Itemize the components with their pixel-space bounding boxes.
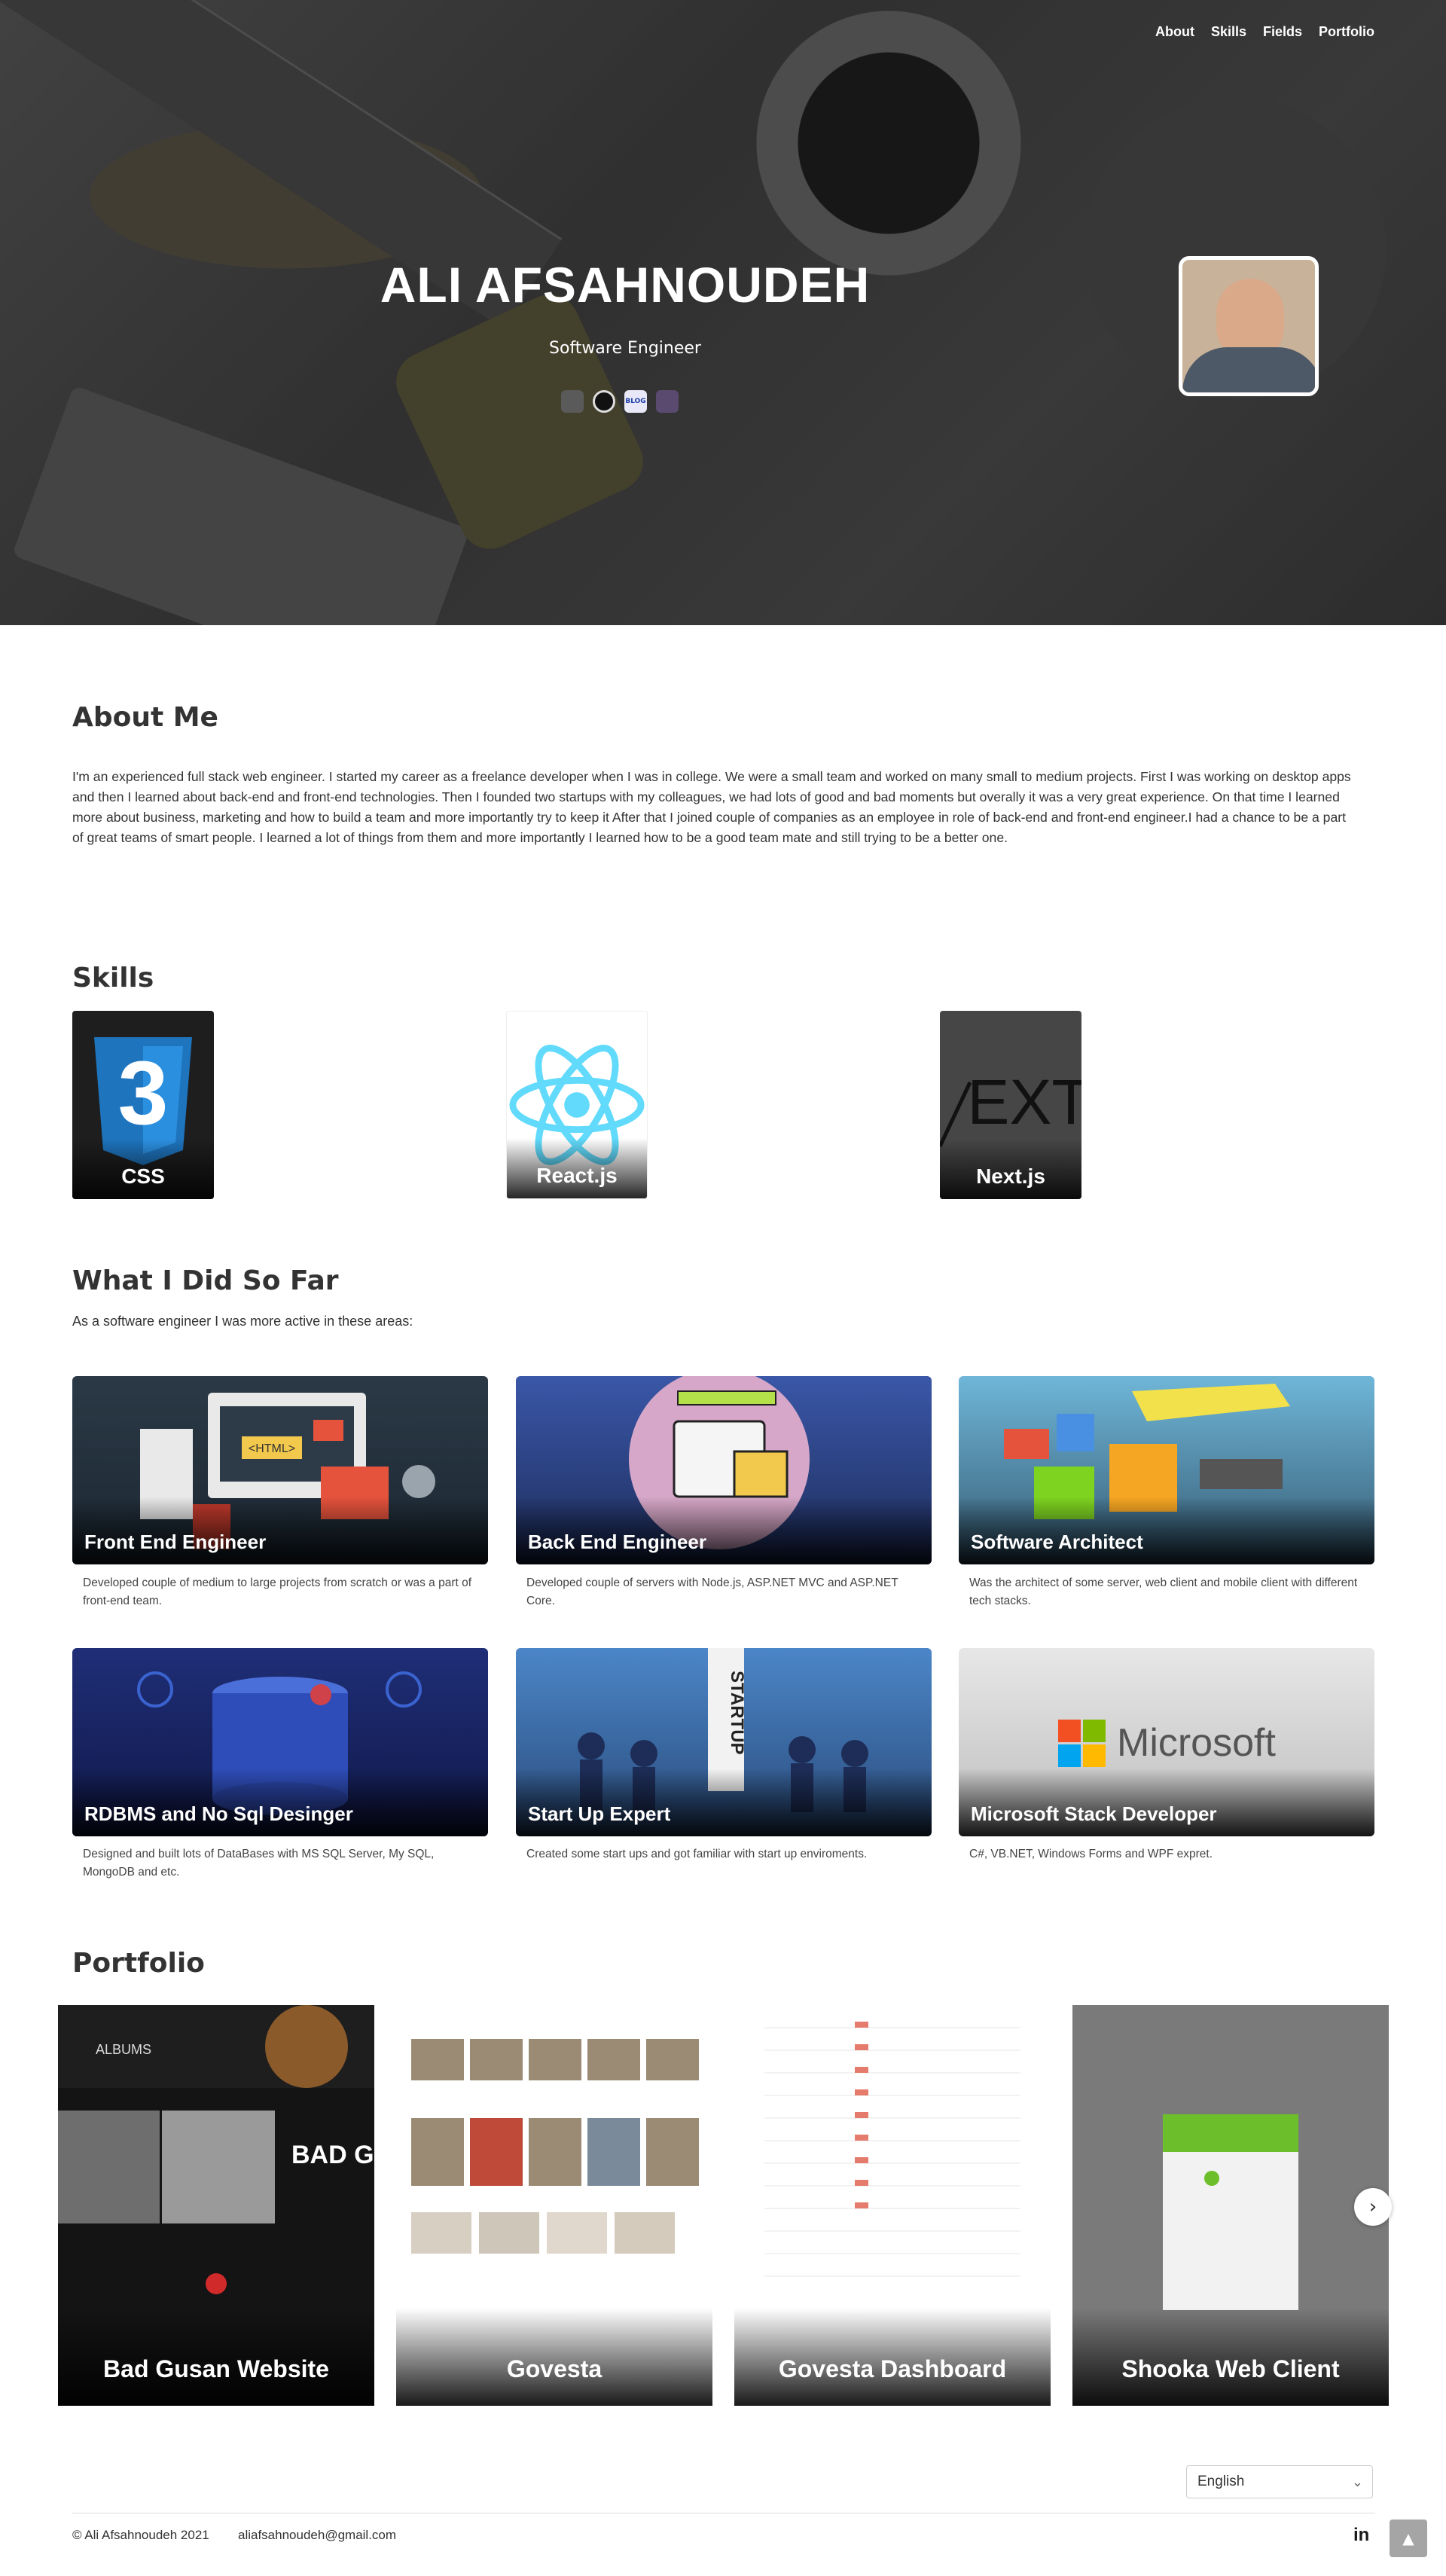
carousel-next-button[interactable]: › [1354,2188,1392,2226]
portfolio-item-govesta-dashboard[interactable]: Govesta Dashboard [734,2005,1051,2406]
field-card-title: Start Up Expert [528,1802,671,1825]
skill-name: Next.js [976,1164,1045,1188]
nav-about[interactable]: About [1155,24,1194,40]
chevron-down-icon: ⌄ [1351,2474,1363,2489]
blog-icon[interactable]: BLOG [624,390,647,413]
copyright: © Ali Afsahnoudeh 2021 [72,2528,209,2542]
portfolio-item-govesta[interactable]: Govesta [396,2005,712,2406]
field-card-desc: Developed couple of medium to large proj… [83,1576,472,1607]
svg-text:Microsoft: Microsoft [1117,1721,1276,1765]
field-card-architect[interactable]: Software Architect [959,1376,1374,1564]
portfolio-item-shooka[interactable]: Shooka Web Client [1072,2005,1389,2406]
skill-nextjs: EXT Next.js [940,1011,1081,1199]
svg-text:ALBUMS: ALBUMS [96,2042,151,2057]
hero-role: Software Engineer [549,339,701,358]
fields-intro: As a software engineer I was more active… [72,1314,413,1329]
fields-title: What I Did So Far [72,1265,339,1296]
svg-text:3: 3 [118,1042,169,1143]
field-card-frontend[interactable]: <HTML> Front End Engineer [72,1376,488,1564]
field-card-database[interactable]: RDBMS and No Sql Desinger [72,1648,488,1836]
skill-css: 3 CSS [72,1011,214,1199]
nav-skills[interactable]: Skills [1211,24,1246,40]
skill-name: CSS [121,1164,165,1188]
language-select[interactable]: English ⌄ [1186,2465,1373,2498]
footer-email[interactable]: aliafsahnoudeh@gmail.com [238,2528,396,2543]
linkedin-icon[interactable]: in [1353,2525,1369,2546]
field-card-desc: Created some start ups and got familiar … [526,1848,868,1860]
portfolio-title-label: Shooka Web Client [1121,2355,1340,2382]
top-nav: About Skills Fields Portfolio [1155,24,1374,40]
portfolio-title-label: Govesta [506,2355,602,2382]
chevron-right-icon: › [1368,2196,1377,2218]
field-card-backend[interactable]: Back End Engineer [516,1376,932,1564]
skill-name: React.js [536,1164,618,1187]
language-value: English [1197,2474,1245,2489]
skills-title: Skills [72,963,154,993]
field-card-startup[interactable]: STARTUP Start Up Expert [516,1648,932,1836]
scroll-to-top-button[interactable]: ▲ [1390,2520,1427,2557]
field-card-title: Back End Engineer [528,1531,706,1553]
avatar [1179,256,1319,396]
github-icon[interactable] [593,390,615,413]
arrow-up-icon: ▲ [1402,2529,1414,2547]
field-card-title: Microsoft Stack Developer [971,1802,1217,1825]
about-title: About Me [72,702,218,733]
field-card-title: Front End Engineer [84,1531,267,1553]
field-card-desc: Developed couple of servers with Node.js… [526,1576,898,1607]
hero-banner: About Skills Fields Portfolio ALI AFSAHN… [0,0,1446,625]
hero-name: ALI AFSAHNOUDEH [380,257,871,313]
nav-fields[interactable]: Fields [1263,24,1302,40]
field-card-microsoft[interactable]: Microsoft Microsoft Stack Developer [959,1648,1374,1836]
svg-text:BAD GUSAN: BAD GUSAN [291,2141,374,2169]
field-card-desc: C#, VB.NET, Windows Forms and WPF expret… [969,1848,1213,1860]
portfolio-title: Portfolio [72,1948,205,1979]
svg-text:<HTML>: <HTML> [249,1442,295,1455]
about-text: I'm an experienced full stack web engine… [72,769,1351,845]
portfolio-title-label: Govesta Dashboard [778,2355,1007,2382]
portfolio-item-bad-gusan[interactable]: ALBUMS BAD GUSAN Bad Gusan Website [58,2005,374,2406]
nav-portfolio[interactable]: Portfolio [1319,24,1374,40]
svg-text:STARTUP: STARTUP [727,1671,747,1755]
stackoverflow-icon[interactable] [656,390,679,413]
social-links: BLOG [561,390,679,413]
linkedin-icon[interactable] [561,390,584,413]
svg-text:EXT: EXT [967,1067,1081,1137]
skill-react: React.js [506,1011,648,1199]
field-card-title: Software Architect [971,1531,1143,1553]
field-card-desc: Designed and built lots of DataBases wit… [83,1848,435,1879]
portfolio-title-label: Bad Gusan Website [103,2355,329,2382]
field-card-title: RDBMS and No Sql Desinger [84,1802,353,1825]
field-card-desc: Was the architect of some server, web cl… [969,1576,1358,1607]
